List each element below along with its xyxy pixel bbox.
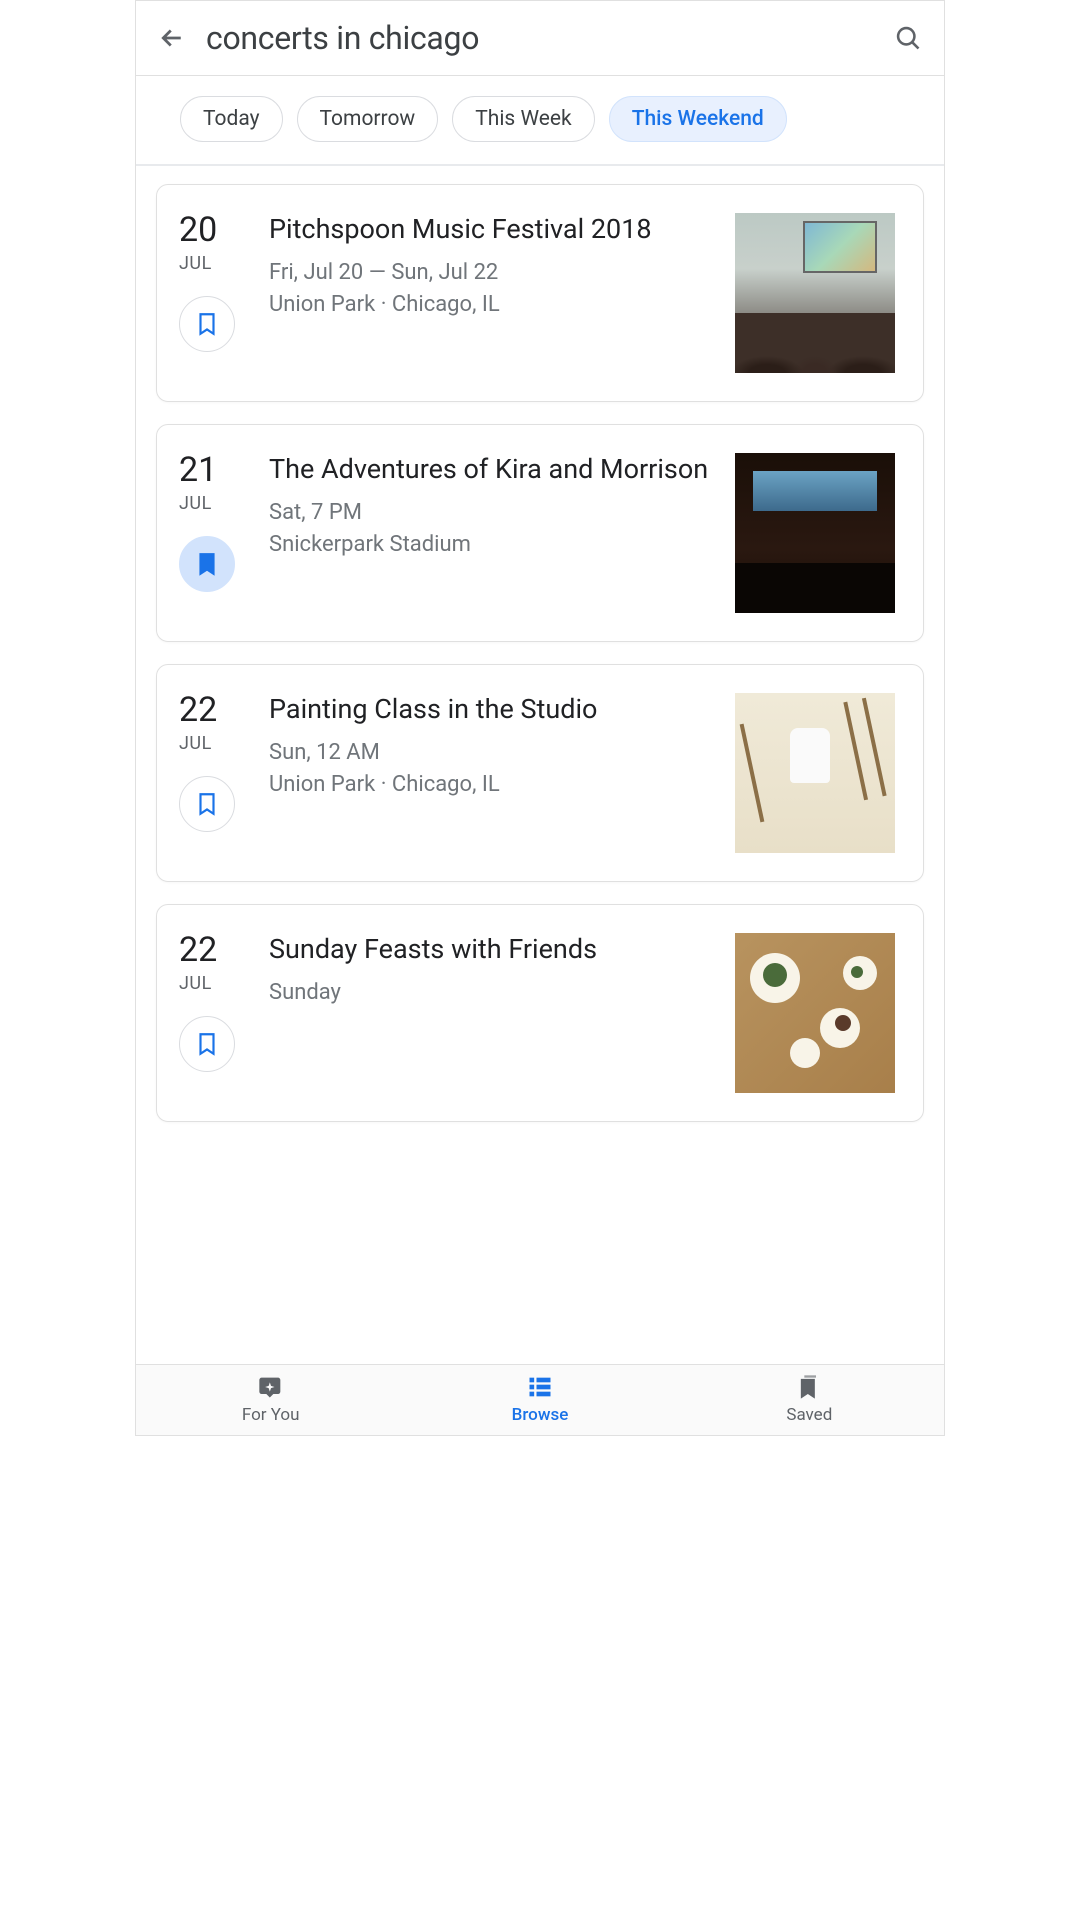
event-thumbnail xyxy=(735,453,895,613)
event-venue: Snickerpark Stadium xyxy=(269,529,717,561)
event-date: 22 JUL xyxy=(179,693,251,853)
event-title: Pitchspoon Music Festival 2018 xyxy=(269,213,717,247)
event-thumbnail xyxy=(735,213,895,373)
sparkle-chat-icon xyxy=(257,1373,285,1401)
event-month: JUL xyxy=(179,973,212,994)
events-list: 20 JUL Pitchspoon Music Festival 2018 Fri, … xyxy=(136,166,944,1122)
event-card[interactable]: 22 JUL Painting Class in the Studio Sun, 12… xyxy=(156,664,924,882)
list-icon xyxy=(526,1373,554,1401)
event-card[interactable]: 22 JUL Sunday Feasts with Friends Sunday xyxy=(156,904,924,1122)
nav-browse[interactable]: Browse xyxy=(405,1373,674,1425)
event-card[interactable]: 21 JUL The Adventures of Kira and Morrison… xyxy=(156,424,924,642)
event-info: Painting Class in the Studio Sun, 12 AMUn… xyxy=(269,693,717,853)
event-card[interactable]: 20 JUL Pitchspoon Music Festival 2018 Fri, … xyxy=(156,184,924,402)
event-thumbnail xyxy=(735,693,895,853)
nav-label: Saved xyxy=(786,1405,832,1425)
event-month: JUL xyxy=(179,253,212,274)
bookmark-icon xyxy=(194,311,220,337)
nav-for-you[interactable]: For You xyxy=(136,1373,405,1425)
filter-chip-tomorrow[interactable]: Tomorrow xyxy=(297,96,439,142)
event-thumbnail xyxy=(735,933,895,1093)
bookmark-button[interactable] xyxy=(179,296,235,352)
event-month: JUL xyxy=(179,733,212,754)
search-query[interactable]: concerts in chicago xyxy=(206,19,874,57)
event-title: The Adventures of Kira and Morrison xyxy=(269,453,717,487)
event-time: Sun, 12 AM xyxy=(269,737,717,769)
event-day: 22 xyxy=(179,693,217,727)
event-title: Painting Class in the Studio xyxy=(269,693,717,727)
filter-bar: Today Tomorrow This Week This Weekend xyxy=(136,76,944,166)
event-venue: Union Park · Chicago, IL xyxy=(269,769,717,801)
event-date: 20 JUL xyxy=(179,213,251,373)
event-info: Pitchspoon Music Festival 2018 Fri, Jul 2… xyxy=(269,213,717,373)
bookmark-icon xyxy=(194,791,220,817)
search-icon xyxy=(894,24,922,52)
event-time: Sat, 7 PM xyxy=(269,497,717,529)
bookmark-icon xyxy=(194,551,220,577)
nav-label: Browse xyxy=(512,1405,569,1425)
bottom-nav: For You Browse Saved xyxy=(136,1364,944,1435)
filter-chip-this-weekend[interactable]: This Weekend xyxy=(609,96,787,142)
event-month: JUL xyxy=(179,493,212,514)
bookmark-stack-icon xyxy=(795,1373,823,1401)
filter-chip-today[interactable]: Today xyxy=(180,96,283,142)
bookmark-icon xyxy=(194,1031,220,1057)
event-day: 21 xyxy=(179,453,217,487)
nav-saved[interactable]: Saved xyxy=(675,1373,944,1425)
event-date: 21 JUL xyxy=(179,453,251,613)
arrow-left-icon xyxy=(157,23,187,53)
event-date: 22 JUL xyxy=(179,933,251,1093)
back-button[interactable] xyxy=(156,22,188,54)
bookmark-button[interactable] xyxy=(179,536,235,592)
event-time: Fri, Jul 20 — Sun, Jul 22 xyxy=(269,257,717,289)
event-title: Sunday Feasts with Friends xyxy=(269,933,717,967)
filter-chip-this-week[interactable]: This Week xyxy=(452,96,594,142)
event-day: 22 xyxy=(179,933,217,967)
bookmark-button[interactable] xyxy=(179,776,235,832)
search-button[interactable] xyxy=(892,22,924,54)
bookmark-button[interactable] xyxy=(179,1016,235,1072)
event-info: Sunday Feasts with Friends Sunday xyxy=(269,933,717,1093)
event-venue: Union Park · Chicago, IL xyxy=(269,289,717,321)
nav-label: For You xyxy=(242,1405,300,1425)
event-time: Sunday xyxy=(269,977,717,1009)
search-header: concerts in chicago xyxy=(136,1,944,76)
event-info: The Adventures of Kira and Morrison Sat, … xyxy=(269,453,717,613)
event-day: 20 xyxy=(179,213,217,247)
